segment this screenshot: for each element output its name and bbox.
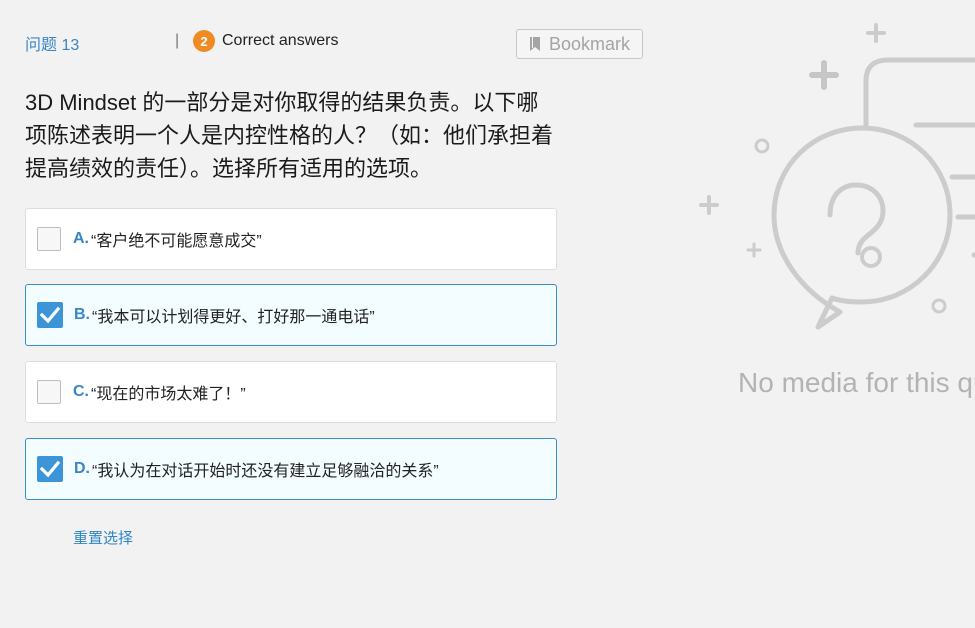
header-separator: | [175, 32, 180, 49]
option-d-text: “我认为在对话开始时还没有建立足够融洽的关系” [92, 463, 439, 480]
reset-selection-link[interactable]: 重置选择 [73, 527, 133, 548]
quiz-page: 问题 13 | 2 Correct answers Bookmark 3D Mi… [0, 0, 975, 628]
option-a-text: “客户绝不可能愿意成交” [91, 233, 262, 250]
option-b-checkbox[interactable] [37, 302, 63, 328]
option-c-text: “现在的市场太难了！” [91, 386, 246, 403]
option-c-letter: C. [73, 383, 89, 400]
option-a-checkbox[interactable] [37, 227, 61, 251]
option-a-letter: A. [73, 230, 89, 247]
option-b-letter: B. [74, 306, 90, 323]
checkmark-icon [40, 460, 60, 478]
correct-answers-label: Correct answers [222, 32, 339, 49]
question-bubble-icon [690, 15, 975, 345]
bookmark-label: Bookmark [548, 33, 631, 54]
option-a[interactable]: A. “客户绝不可能愿意成交” [25, 208, 557, 270]
bookmark-icon [529, 36, 541, 52]
option-c-checkbox[interactable] [37, 380, 61, 404]
option-d-letter: D. [74, 460, 90, 477]
checkmark-icon [40, 306, 60, 324]
question-text: 3D Mindset 的一部分是对你取得的结果负责。以下哪项陈述表明一个人是内控… [25, 90, 554, 181]
bookmark-button[interactable]: Bookmark [516, 29, 643, 59]
correct-count-badge: 2 [193, 30, 215, 52]
option-d-checkbox[interactable] [37, 456, 63, 482]
no-media-text: No media for this question [738, 367, 975, 398]
option-c[interactable]: C. “现在的市场太难了！” [25, 361, 557, 423]
option-b-text: “我本可以计划得更好、打好那一通电话” [92, 309, 375, 326]
correct-answers-indicator: 2 Correct answers [193, 30, 338, 52]
option-d[interactable]: D. “我认为在对话开始时还没有建立足够融洽的关系” [25, 438, 557, 500]
question-number: 问题 13 [25, 37, 80, 54]
option-b[interactable]: B. “我本可以计划得更好、打好那一通电话” [25, 284, 557, 346]
